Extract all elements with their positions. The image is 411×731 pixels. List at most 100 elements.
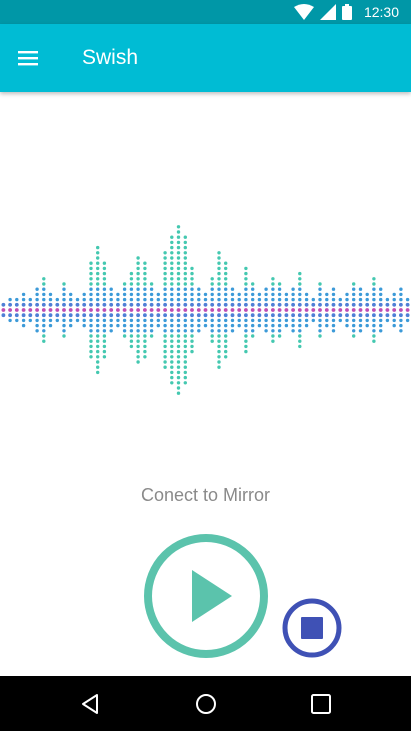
waveform-dot: [190, 292, 194, 297]
waveform-dot: [183, 349, 187, 354]
waveform-dot: [224, 297, 228, 302]
recents-button[interactable]: [307, 690, 335, 718]
waveform-dot: [122, 334, 127, 338]
waveform-dot: [298, 292, 302, 297]
waveform-dot: [318, 329, 322, 333]
waveform-dot: [170, 318, 174, 323]
waveform-dot: [277, 292, 282, 297]
waveform-dot: [170, 245, 174, 250]
waveform-dot: [251, 323, 255, 328]
waveform-dot: [183, 329, 187, 333]
waveform-dot: [89, 323, 93, 328]
waveform-dot: [183, 277, 187, 281]
waveform-dot: [143, 349, 147, 354]
waveform-dot: [304, 313, 309, 318]
waveform-dot: [102, 302, 107, 307]
waveform-dot: [102, 261, 107, 265]
waveform-dot: [264, 313, 268, 318]
waveform-dot: [230, 308, 235, 312]
waveform-dot: [136, 355, 140, 359]
waveform-dot: [224, 287, 228, 291]
waveform-dot: [176, 245, 181, 250]
waveform-dot: [136, 271, 140, 276]
waveform-dot: [331, 323, 336, 328]
waveform-dot: [62, 308, 66, 312]
waveform-dot: [122, 318, 127, 323]
waveform-dot: [244, 323, 248, 328]
play-button[interactable]: [142, 532, 270, 660]
waveform-dot: [244, 334, 248, 338]
waveform-dot: [48, 292, 53, 297]
waveform-dot: [96, 266, 100, 271]
waveform-dot: [109, 323, 113, 328]
waveform-dot: [331, 292, 336, 297]
stop-button[interactable]: [282, 598, 342, 658]
waveform-dot: [264, 302, 268, 307]
waveform-dot: [237, 323, 241, 328]
waveform-dot: [163, 349, 167, 354]
waveform-dot: [62, 329, 66, 333]
waveform-dot: [170, 381, 174, 385]
waveform-dot: [68, 302, 73, 307]
waveform-dot: [311, 302, 316, 307]
waveform-dot: [122, 302, 127, 307]
waveform-dot: [89, 349, 93, 354]
hamburger-menu-icon[interactable]: [16, 46, 48, 70]
waveform-dot: [210, 297, 214, 302]
waveform-dot: [331, 287, 336, 291]
waveform-dot: [48, 313, 53, 318]
waveform-dot: [122, 282, 127, 286]
home-button[interactable]: [192, 690, 220, 718]
waveform-dot: [190, 271, 194, 276]
back-button[interactable]: [77, 690, 105, 718]
waveform-dot: [331, 318, 336, 323]
waveform-dot: [156, 292, 160, 297]
waveform-dot: [136, 334, 140, 338]
waveform-dot: [351, 308, 356, 312]
waveform-dot: [102, 323, 107, 328]
waveform-dot: [149, 297, 154, 302]
audio-waveform-visualizer: [1, 225, 410, 395]
waveform-dot: [176, 386, 181, 390]
waveform-dot: [183, 313, 188, 318]
waveform-dot: [170, 240, 174, 245]
waveform-dot: [365, 318, 369, 323]
waveform-dot: [170, 323, 174, 328]
waveform-dot: [345, 308, 349, 312]
waveform-dot: [365, 308, 370, 312]
waveform-dot: [196, 313, 201, 318]
waveform-dot: [190, 334, 194, 338]
waveform-dot: [277, 318, 282, 323]
waveform-dot: [224, 339, 228, 343]
waveform-dot: [75, 313, 80, 318]
waveform-dot: [129, 313, 134, 318]
waveform-dot: [325, 297, 329, 302]
waveform-dot: [291, 318, 295, 323]
waveform-dot: [96, 370, 100, 375]
waveform-dot: [257, 323, 262, 328]
waveform-dot: [365, 292, 369, 297]
waveform-dot: [102, 287, 107, 291]
waveform-dot: [190, 297, 194, 302]
waveform-dot: [183, 282, 187, 286]
waveform-dot: [257, 308, 262, 312]
waveform-dot: [197, 318, 201, 323]
waveform-dot: [190, 318, 194, 323]
waveform-dot: [203, 302, 208, 307]
waveform-dot: [116, 292, 120, 297]
waveform-dot: [156, 318, 160, 323]
waveform-dot: [190, 349, 194, 354]
waveform-dot: [149, 323, 154, 328]
waveform-dot: [277, 297, 282, 302]
waveform-dot: [190, 277, 194, 281]
waveform-dot: [372, 323, 376, 328]
waveform-dot: [89, 277, 93, 281]
waveform-dot: [190, 302, 194, 307]
waveform-dot: [55, 297, 59, 302]
waveform-dot: [217, 271, 221, 276]
waveform-dot: [298, 271, 302, 276]
waveform-dot: [183, 334, 187, 338]
waveform-dot: [48, 302, 53, 307]
waveform-dot: [8, 302, 13, 307]
waveform-dot: [251, 292, 255, 297]
